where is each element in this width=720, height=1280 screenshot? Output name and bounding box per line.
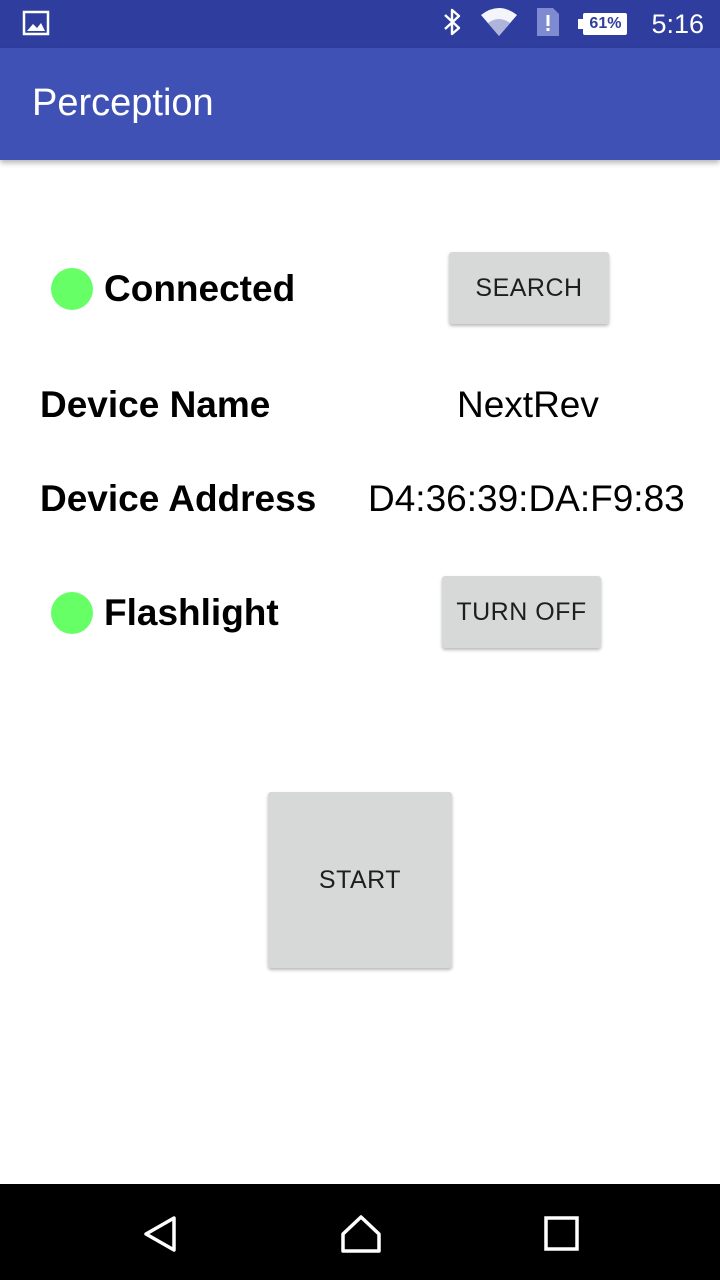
recents-icon[interactable]: [542, 1214, 582, 1254]
flashlight-label: Flashlight: [104, 592, 279, 633]
search-button[interactable]: SEARCH: [449, 252, 609, 324]
navigation-bar: [0, 1184, 720, 1280]
connection-indicator: [51, 268, 93, 310]
flashlight-indicator: [51, 592, 93, 634]
device-address-value: D4:36:39:DA:F9:83: [368, 478, 685, 519]
screen: 61% 5:16 Perception Connected SEARCH Dev…: [0, 0, 720, 1280]
connection-status-label: Connected: [104, 268, 296, 309]
battery-percent: 61%: [583, 13, 628, 35]
image-icon: [22, 10, 50, 36]
back-icon[interactable]: [140, 1214, 180, 1254]
bluetooth-icon: [441, 7, 463, 42]
app-title: Perception: [32, 82, 214, 124]
wifi-icon: [479, 7, 519, 42]
start-button[interactable]: START: [268, 792, 452, 968]
device-name-value: NextRev: [457, 384, 599, 425]
status-time: 5:16: [651, 8, 704, 39]
status-icons: 61% 5:16: [441, 0, 704, 48]
status-bar: 61% 5:16: [0, 0, 720, 48]
home-icon[interactable]: [340, 1214, 381, 1254]
device-name-label: Device Name: [40, 384, 271, 425]
sim-alert-icon: [535, 6, 561, 43]
turn-off-button[interactable]: TURN OFF: [442, 576, 601, 648]
device-address-label: Device Address: [40, 478, 317, 519]
app-bar: Perception: [0, 48, 720, 160]
battery-icon: 61%: [577, 11, 629, 37]
